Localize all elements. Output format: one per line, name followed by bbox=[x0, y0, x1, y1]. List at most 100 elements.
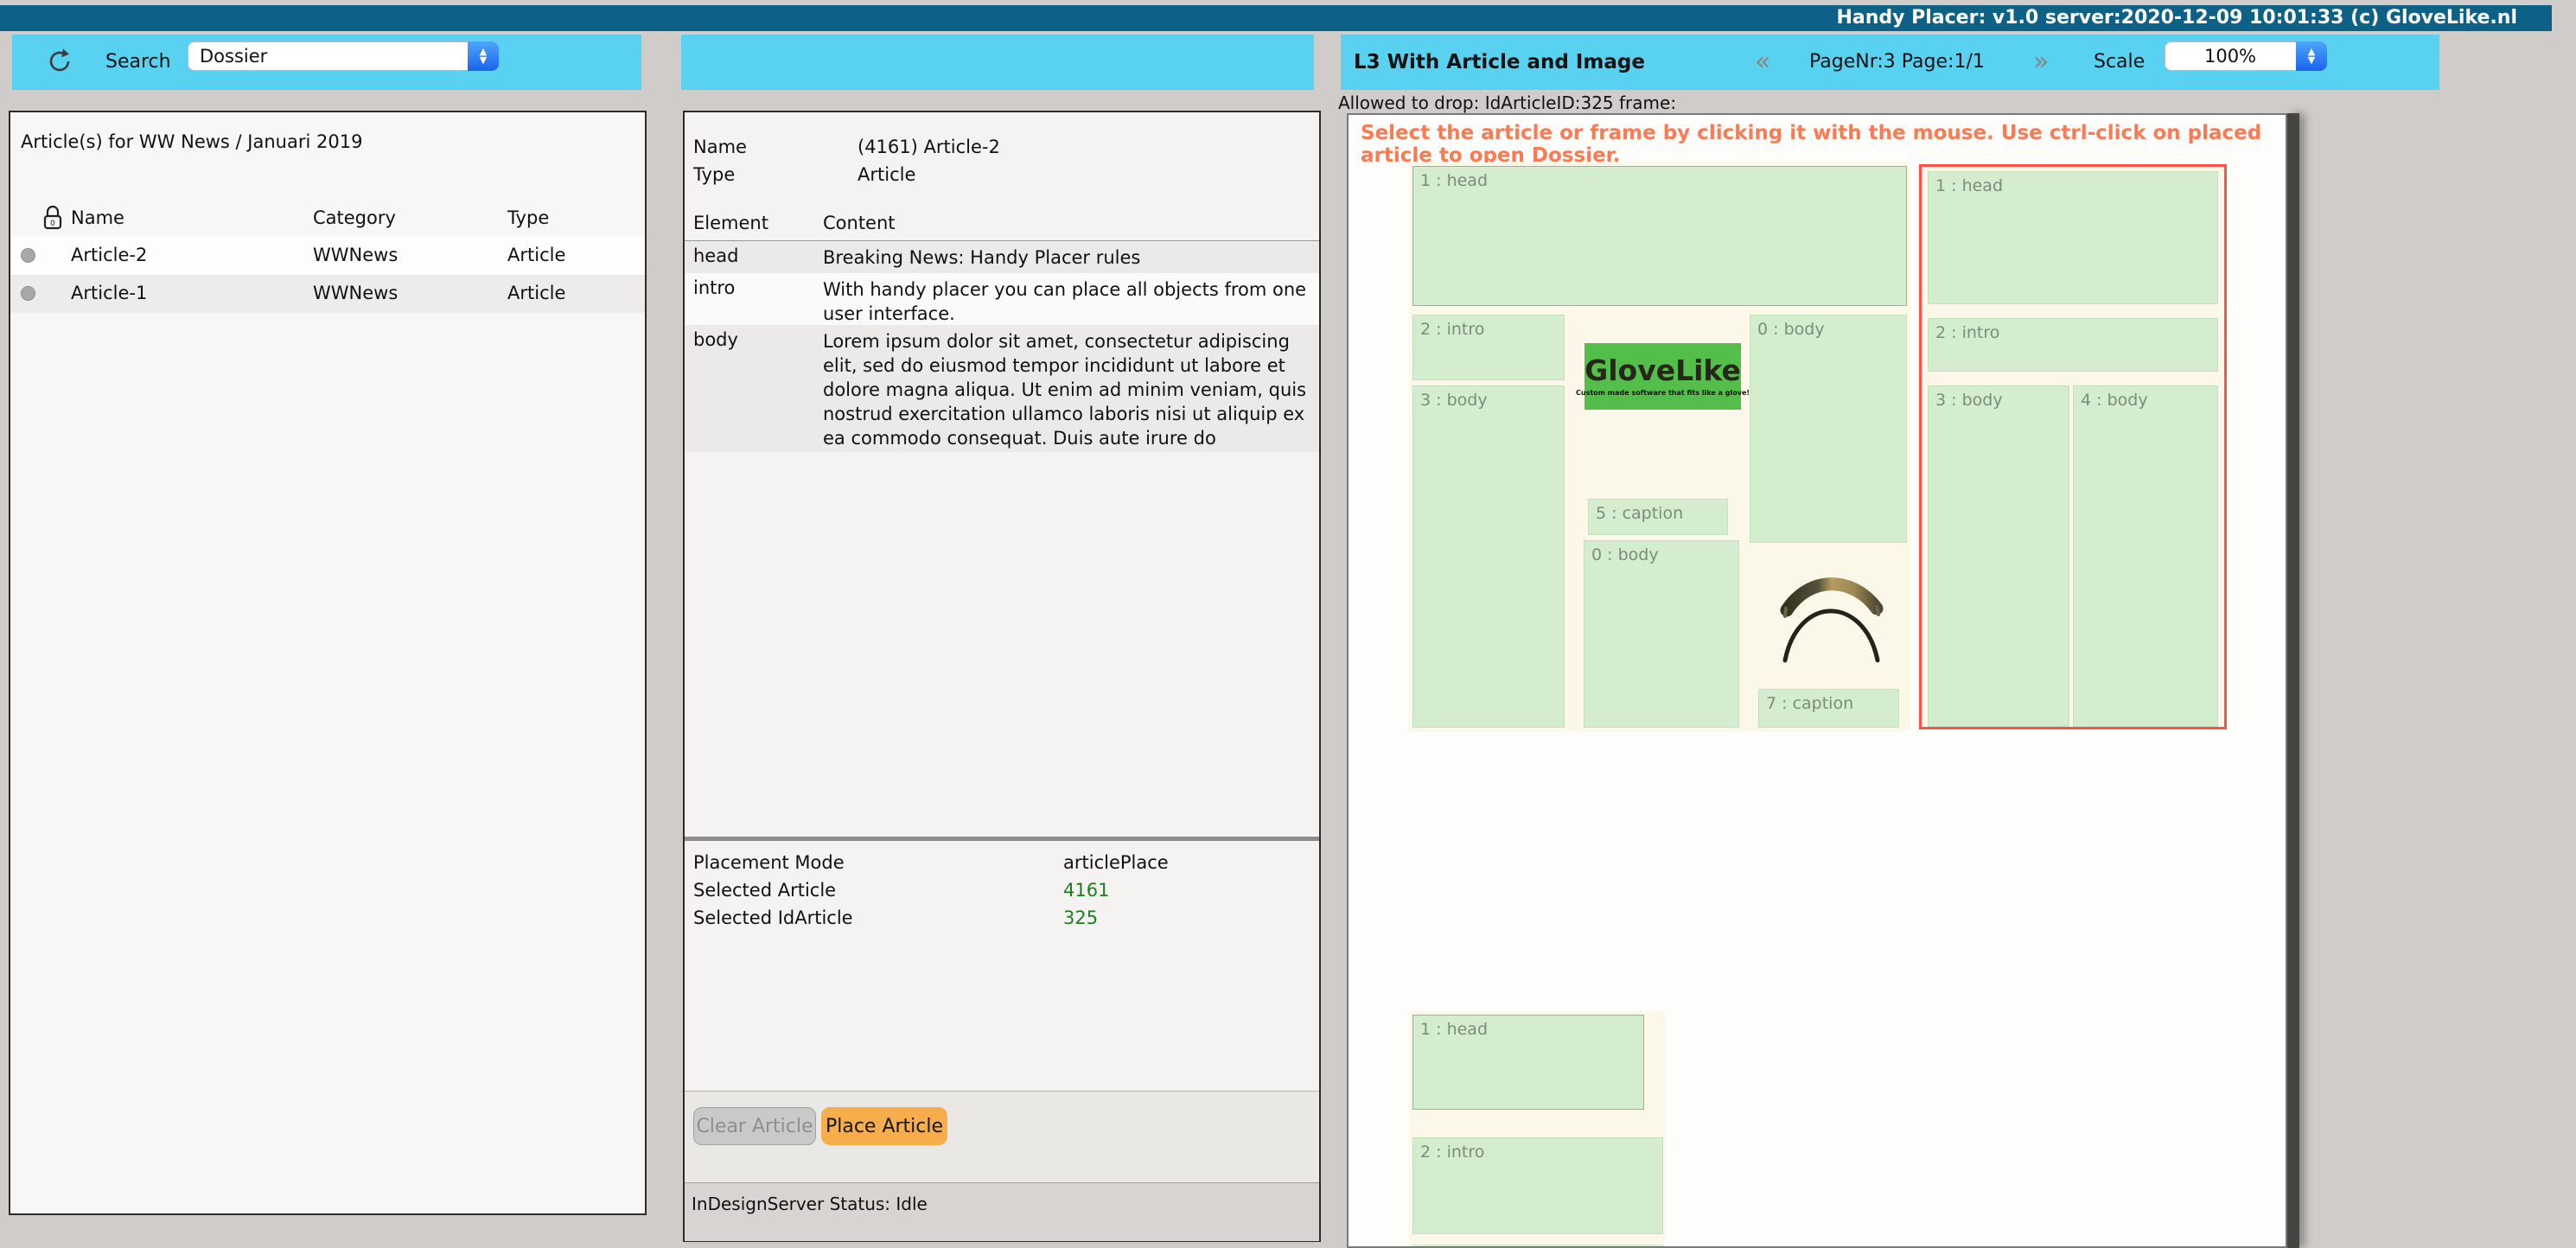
toolbar-middle bbox=[681, 35, 1314, 90]
scale-select-value: 100% bbox=[2165, 46, 2296, 67]
layout-frame-intro[interactable]: 2 : intro bbox=[1928, 318, 2218, 372]
indesign-status-text: InDesignServer Status: Idle bbox=[692, 1194, 928, 1214]
frame-label: 0 : body bbox=[1591, 545, 1659, 564]
element-row-body[interactable]: body Lorem ipsum dolor sit amet, consect… bbox=[685, 325, 1319, 452]
article-status-dot bbox=[21, 286, 35, 301]
preview-window-edge bbox=[2287, 113, 2299, 1248]
preview-instruction: Select the article or frame by clicking … bbox=[1361, 122, 2286, 167]
placement-mode-label: Placement Mode bbox=[693, 852, 845, 873]
col-element: Element bbox=[693, 213, 768, 233]
toolbar-left: Search Dossier ▲ ▼ bbox=[12, 35, 641, 90]
clear-article-button[interactable]: Clear Article bbox=[693, 1107, 816, 1145]
name-label: Name bbox=[693, 137, 747, 157]
scale-select[interactable]: 100% ▲ ▼ bbox=[2165, 41, 2327, 71]
stepper-down-icon: ▼ bbox=[2308, 56, 2315, 65]
prev-page-icon[interactable]: « bbox=[1755, 47, 1770, 77]
col-name: Name bbox=[71, 207, 124, 228]
page-preview-pane[interactable]: Select the article or frame by clicking … bbox=[1347, 113, 2287, 1248]
article-list-panel: Article(s) for WW News / Januari 2019 0 … bbox=[9, 111, 647, 1215]
layout-frame-partial-page2[interactable] bbox=[1412, 1245, 1663, 1248]
selected-layout-group[interactable]: 1 : head 2 : intro 3 : body 4 : body bbox=[1919, 164, 2227, 729]
frame-label: 0 : body bbox=[1757, 320, 1825, 339]
layout-title: L3 With Article and Image bbox=[1354, 51, 1645, 73]
col-content: Content bbox=[823, 213, 896, 233]
frame-label: 1 : head bbox=[1420, 1020, 1488, 1039]
layout-frame-intro[interactable]: 2 : intro bbox=[1412, 315, 1565, 380]
search-select-value: Dossier bbox=[188, 46, 468, 67]
logo-tagline: Custom made software that fits like a gl… bbox=[1576, 389, 1750, 397]
next-page-icon[interactable]: » bbox=[2033, 47, 2049, 77]
element-row-head[interactable]: head Breaking News: Handy Placer rules bbox=[685, 241, 1319, 273]
article-list-header: 0 Name Category Type bbox=[10, 199, 645, 238]
scale-stepper-icon[interactable]: ▲ ▼ bbox=[2296, 41, 2327, 71]
frame-label: 2 : intro bbox=[1420, 320, 1484, 339]
app-title-text: Handy Placer: v1.0 server:2020-12-09 10:… bbox=[1836, 7, 2517, 29]
layout-frame-body3[interactable]: 3 : body bbox=[1928, 385, 2069, 727]
select-stepper-icon[interactable]: ▲ ▼ bbox=[468, 41, 499, 71]
layout-frame-body3[interactable]: 3 : body bbox=[1412, 385, 1565, 728]
table-row-article-2[interactable]: Article-2 WWNews Article bbox=[10, 237, 645, 275]
placement-mode-value: articlePlace bbox=[1063, 852, 1169, 873]
element-name: head bbox=[693, 245, 738, 266]
col-type: Type bbox=[507, 207, 549, 228]
layout-frame-caption7[interactable]: 7 : caption bbox=[1758, 689, 1899, 728]
stepper-down-icon: ▼ bbox=[480, 56, 487, 65]
layout-frame-head-page2[interactable]: 1 : head bbox=[1412, 1015, 1644, 1110]
frame-label: 1 : head bbox=[1935, 176, 2003, 195]
allowed-drop-status: Allowed to drop: IdArticleID:325 frame: bbox=[1338, 92, 1676, 113]
layout-frame-body0-right[interactable]: 0 : body bbox=[1750, 315, 1907, 543]
frame-label: 5 : caption bbox=[1596, 504, 1683, 523]
svg-text:0: 0 bbox=[50, 220, 55, 228]
selected-article-label: Selected Article bbox=[693, 880, 836, 901]
layout-frame-head[interactable]: 1 : head bbox=[1412, 166, 1907, 306]
element-name: intro bbox=[693, 277, 735, 298]
frame-label: 4 : body bbox=[2081, 391, 2148, 410]
selected-idarticle-label: Selected IdArticle bbox=[693, 907, 853, 928]
name-value: (4161) Article-2 bbox=[858, 137, 1000, 157]
row-type: Article bbox=[507, 283, 565, 303]
glovelike-logo-image[interactable]: GloveLike Custom made software that fits… bbox=[1584, 343, 1741, 410]
row-category: WWNews bbox=[313, 245, 398, 265]
layout-frame-caption5[interactable]: 5 : caption bbox=[1588, 499, 1728, 535]
toolbar-right: L3 With Article and Image « PageNr:3 Pag… bbox=[1341, 35, 2439, 90]
frame-label: 7 : caption bbox=[1766, 694, 1853, 713]
row-name: Article-2 bbox=[71, 245, 147, 265]
article-detail-panel: Name (4161) Article-2 Type Article Eleme… bbox=[683, 111, 1321, 1242]
frame-label: 2 : intro bbox=[1935, 323, 1999, 342]
section-divider bbox=[685, 837, 1319, 841]
type-value: Article bbox=[858, 164, 915, 185]
row-name: Article-1 bbox=[71, 283, 147, 303]
type-label: Type bbox=[693, 164, 735, 185]
layout-frame-body0-bottom[interactable]: 0 : body bbox=[1584, 540, 1739, 728]
element-name: body bbox=[693, 329, 738, 350]
frame-label: 3 : body bbox=[1935, 391, 2003, 410]
article-list-title: Article(s) for WW News / Januari 2019 bbox=[21, 131, 362, 152]
logo-text: GloveLike bbox=[1584, 356, 1741, 385]
layout-frame-head[interactable]: 1 : head bbox=[1928, 171, 2218, 304]
table-row-article-1[interactable]: Article-1 WWNews Article bbox=[10, 275, 645, 313]
layout-frame-body4[interactable]: 4 : body bbox=[2073, 385, 2218, 727]
lock-icon: 0 bbox=[41, 204, 64, 235]
button-area: Clear Article Place Article bbox=[685, 1091, 1319, 1183]
article-status-dot bbox=[21, 248, 35, 263]
frame-label: 1 : head bbox=[1420, 171, 1488, 190]
element-row-intro[interactable]: intro With handy placer you can place al… bbox=[685, 273, 1319, 325]
col-category: Category bbox=[313, 207, 396, 228]
selected-idarticle-value: 325 bbox=[1063, 907, 1098, 928]
frame-label: 3 : body bbox=[1420, 391, 1488, 410]
frame-label: 2 : intro bbox=[1420, 1143, 1484, 1162]
row-category: WWNews bbox=[313, 283, 398, 303]
app-titlebar: Handy Placer: v1.0 server:2020-12-09 10:… bbox=[0, 5, 2552, 31]
element-content: Breaking News: Handy Placer rules bbox=[823, 245, 1307, 270]
element-table-header: Element Content bbox=[685, 211, 1319, 241]
search-dossier-select[interactable]: Dossier ▲ ▼ bbox=[188, 41, 499, 71]
hat-image[interactable] bbox=[1776, 564, 1886, 669]
scale-label: Scale bbox=[2094, 51, 2145, 73]
refresh-icon[interactable] bbox=[45, 47, 74, 76]
place-article-button[interactable]: Place Article bbox=[821, 1107, 947, 1145]
element-content: Lorem ipsum dolor sit amet, consectetur … bbox=[823, 329, 1307, 450]
indesign-status-bar: InDesignServer Status: Idle bbox=[685, 1182, 1319, 1241]
layout-frame-intro-page2[interactable]: 2 : intro bbox=[1412, 1137, 1663, 1234]
page-info: PageNr:3 Page:1/1 bbox=[1809, 51, 1985, 73]
search-label: Search bbox=[105, 51, 171, 73]
